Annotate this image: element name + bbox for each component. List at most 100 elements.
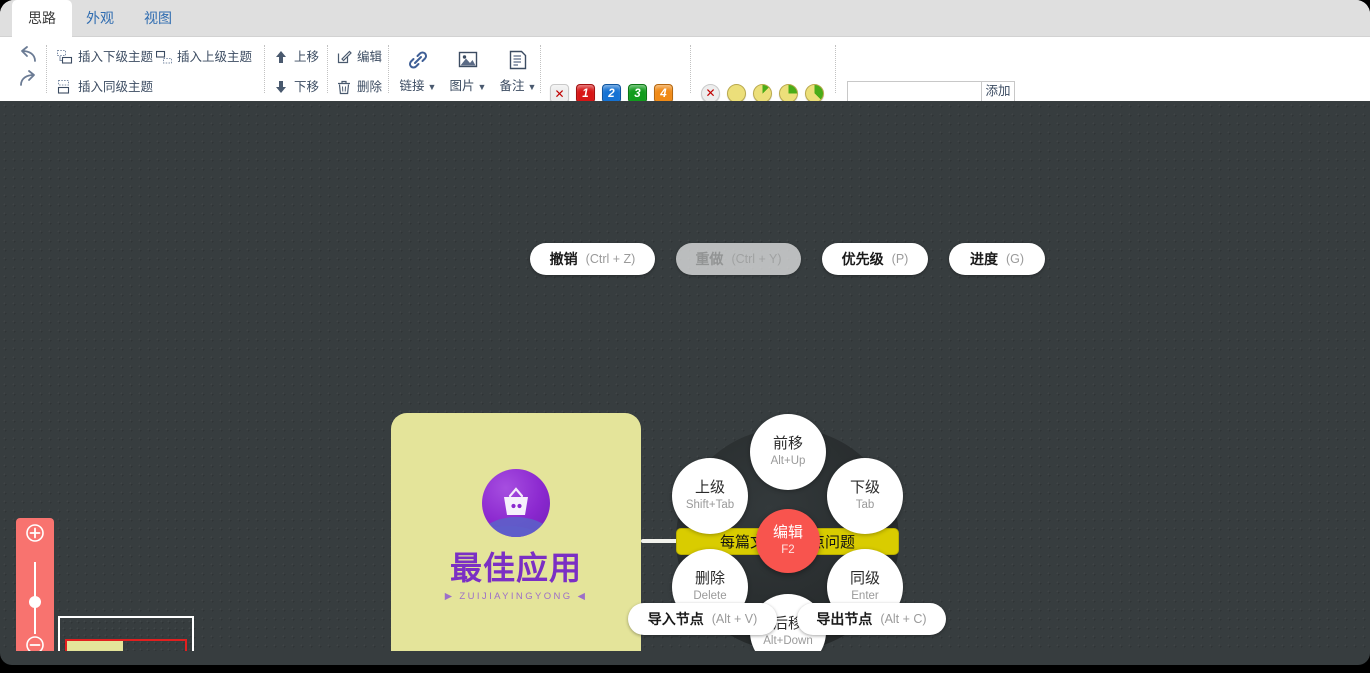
radial-item-edit[interactable]: 编辑 F2 [756, 509, 820, 573]
shopping-basket-icon [482, 469, 550, 537]
progress-37-button[interactable] [805, 84, 824, 101]
export-node-label: 导出节点 [816, 609, 872, 629]
radial-center-name: 编辑 [773, 524, 803, 542]
radial-center-key: F2 [781, 543, 794, 558]
toolbar-separator [690, 45, 691, 93]
radial-item-name: 前移 [773, 435, 803, 453]
note-document-icon [492, 48, 544, 74]
toolbar-separator [388, 45, 389, 93]
export-node-key: (Alt + C) [880, 612, 926, 626]
insert-sibling-icon [56, 78, 74, 96]
tab-label: 思路 [28, 10, 56, 26]
progress-0-button[interactable] [727, 84, 746, 101]
undo-arrow-icon[interactable] [15, 45, 41, 67]
insert-parent-group: 插入上级主题 [155, 46, 252, 68]
arrow-up-icon [272, 48, 290, 66]
ribbon: 思路 外观 视图 插入下级主题 [0, 0, 1370, 101]
radial-item-name: 同级 [850, 570, 880, 588]
image-label: 图片 [450, 79, 475, 93]
insert-child-topic-button[interactable]: 插入下级主题 [56, 46, 153, 68]
note-button[interactable]: 备注▼ [492, 46, 544, 94]
root-node-logo-card[interactable]: 最佳应用 ▶ ZUIJIAYINGYONG ◀ [391, 413, 641, 651]
priority-1-button[interactable]: 1 [576, 84, 595, 101]
redo-shortcut-label: 重做 [695, 249, 723, 269]
zoom-slider-knob[interactable] [29, 596, 41, 608]
application-window: 思路 外观 视图 插入下级主题 [0, 0, 1370, 673]
mindmap-canvas[interactable]: 撤销 (Ctrl + Z) 重做 (Ctrl + Y) 优先级 (P) 进度 (… [0, 101, 1370, 651]
logo-title: 最佳应用 [391, 543, 641, 589]
progress-clear-button[interactable]: ✕ [701, 84, 720, 101]
tab-shitu[interactable]: 视图 [128, 0, 188, 37]
radial-item-key: Delete [693, 589, 726, 604]
chevron-down-icon: ▼ [528, 82, 537, 92]
insert-sibling-topic-button[interactable]: 插入同级主题 [56, 76, 153, 98]
toolbar-separator [327, 45, 328, 93]
move-up-button[interactable]: 上移 [272, 46, 319, 68]
import-node-label: 导入节点 [648, 609, 704, 629]
priority-4-button[interactable]: 4 [654, 84, 673, 101]
edit-group: 编辑 删除 [335, 46, 382, 98]
zoom-in-icon[interactable] [16, 518, 54, 548]
insert-group: 插入下级主题 插入同级主题 [56, 46, 153, 98]
edit-button[interactable]: 编辑 [335, 46, 382, 68]
priority-2-button[interactable]: 2 [602, 84, 621, 101]
add-input[interactable] [847, 81, 982, 101]
priority-shortcut-pill[interactable]: 优先级 (P) [822, 243, 928, 275]
note-label: 备注 [500, 79, 525, 93]
import-node-pill[interactable]: 导入节点 (Alt + V) [628, 603, 777, 635]
priority-3-button[interactable]: 3 [628, 84, 647, 101]
image-picture-icon [442, 48, 494, 74]
progress-25-button[interactable] [779, 84, 798, 101]
delete-label: 删除 [357, 76, 382, 98]
chevron-down-icon: ▼ [428, 82, 437, 92]
tab-label: 外观 [86, 10, 114, 26]
insert-sibling-topic-label: 插入同级主题 [78, 76, 153, 98]
radial-item-key: Tab [856, 498, 875, 513]
progress-12-button[interactable] [753, 84, 772, 101]
minimap[interactable] [58, 616, 194, 651]
priority-clear-button[interactable]: ✕ [550, 84, 569, 101]
add-button[interactable]: 添加 [982, 81, 1015, 101]
progress-shortcut-key: (G) [1006, 252, 1024, 266]
delete-button[interactable]: 删除 [335, 76, 382, 98]
chevron-down-icon: ▼ [478, 82, 487, 92]
radial-item-key: Alt+Down [763, 634, 813, 649]
radial-item-key: Alt+Up [771, 454, 806, 469]
image-button[interactable]: 图片▼ [442, 46, 494, 94]
toolbar-separator [46, 45, 47, 93]
tab-waiguan[interactable]: 外观 [70, 0, 130, 37]
move-down-label: 下移 [294, 76, 319, 98]
redo-shortcut-pill[interactable]: 重做 (Ctrl + Y) [676, 243, 801, 275]
link-button[interactable]: 链接▼ [392, 46, 444, 94]
redo-arrow-icon[interactable] [15, 69, 41, 91]
priority-shortcut-label: 优先级 [842, 249, 884, 269]
insert-child-topic-label: 插入下级主题 [78, 46, 153, 68]
radial-item-key: Enter [851, 589, 879, 604]
zoom-out-icon[interactable] [16, 630, 54, 651]
radial-item-name: 删除 [695, 570, 725, 588]
radial-item-name: 上级 [695, 479, 725, 497]
export-node-pill[interactable]: 导出节点 (Alt + C) [797, 603, 946, 635]
undo-shortcut-key: (Ctrl + Z) [586, 252, 636, 266]
redo-shortcut-key: (Ctrl + Y) [731, 252, 781, 266]
radial-item-move-forward[interactable]: 前移 Alt+Up [750, 414, 826, 490]
priority-shortcut-key: (P) [892, 252, 909, 266]
radial-item-parent[interactable]: 上级 Shift+Tab [672, 458, 748, 534]
move-group: 上移 下移 [272, 46, 319, 98]
zoom-toolbar [16, 518, 54, 651]
logo-content: 最佳应用 ▶ ZUIJIAYINGYONG ◀ [391, 469, 641, 602]
progress-shortcut-pill[interactable]: 进度 (G) [949, 243, 1045, 275]
radial-item-name: 下级 [850, 479, 880, 497]
undo-shortcut-pill[interactable]: 撤销 (Ctrl + Z) [530, 243, 655, 275]
tab-bar: 思路 外观 视图 [0, 0, 1370, 37]
tab-label: 视图 [144, 10, 172, 26]
move-down-button[interactable]: 下移 [272, 76, 319, 98]
window-bottom-edge [0, 651, 1370, 673]
radial-item-child[interactable]: 下级 Tab [827, 458, 903, 534]
insert-parent-topic-button[interactable]: 插入上级主题 [155, 46, 252, 68]
minimap-viewport-rect[interactable] [65, 639, 187, 651]
logo-subtitle: ▶ ZUIJIAYINGYONG ◀ [391, 591, 641, 602]
link-label: 链接 [400, 79, 425, 93]
tab-siluo[interactable]: 思路 [12, 0, 72, 37]
import-node-key: (Alt + V) [712, 612, 758, 626]
